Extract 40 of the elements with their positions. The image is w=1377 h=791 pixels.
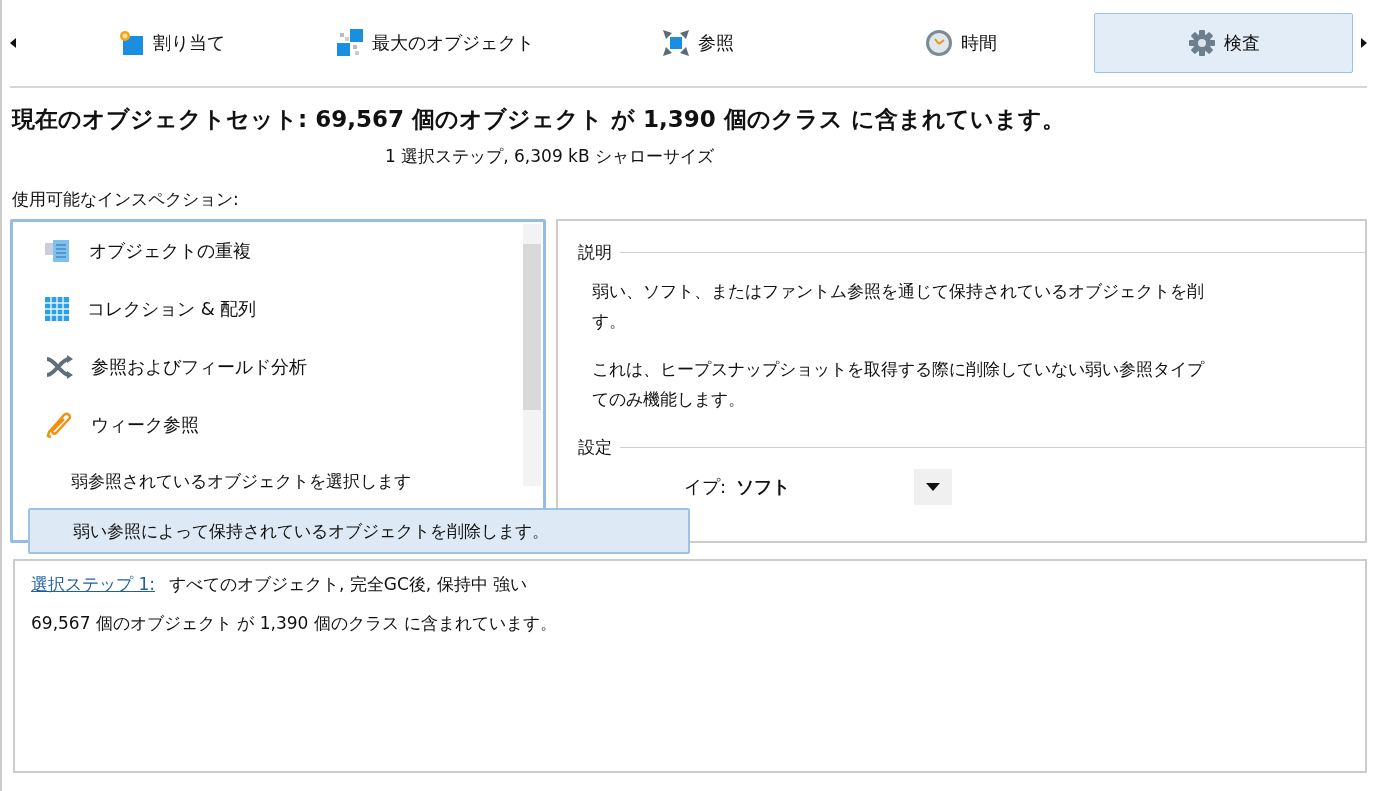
section-label: 使用可能なインスペクション: <box>12 188 240 211</box>
gear-icon <box>1187 29 1216 57</box>
scrollbar-thumb[interactable] <box>523 244 541 410</box>
description-text: これは、ヒープスナップショットを取得する際に削除していない弱い参照タイプ <box>592 358 1206 381</box>
inspection-item[interactable]: コレクション & 配列 <box>13 280 543 338</box>
inspection-item[interactable]: 弱い参照によって保持されているオブジェクトを削除します。 <box>28 508 690 554</box>
heading: 現在のオブジェクトセット: 69,567 個のオブジェクト が 1,390 個のクラス に含まれています。 <box>12 105 1066 134</box>
section-title: 説明 <box>578 241 612 264</box>
section-title: 設定 <box>578 436 612 459</box>
crossed-arrows-icon <box>45 355 73 379</box>
dropdown-button[interactable] <box>914 469 953 505</box>
tab[interactable]: 割り当て <box>42 13 301 73</box>
scroll-left-icon[interactable] <box>10 38 16 48</box>
scrollbar[interactable] <box>523 224 541 486</box>
selection-summary: 69,567 個のオブジェクト が 1,390 個のクラス に含まれています。 <box>31 612 559 635</box>
inspection-item[interactable]: ウィーク参照 <box>13 396 543 454</box>
tab[interactable]: 参照 <box>568 13 827 73</box>
description-text: 弱い、ソフト、またはファントム参照を通じて保持されているオブジェクトを削 <box>592 280 1205 303</box>
setting-value[interactable]: ソフト <box>736 475 915 499</box>
tab[interactable]: 時間 <box>831 13 1090 73</box>
setting-label: イプ: <box>684 475 727 499</box>
tab[interactable]: 検査 <box>1094 13 1353 73</box>
table-icon <box>45 297 69 321</box>
tab[interactable]: 最大のオブジェクト <box>305 13 564 73</box>
description-text: す。 <box>592 310 627 333</box>
selection-step-link[interactable]: 選択ステップ 1: <box>31 573 155 596</box>
arrows-icon <box>661 29 690 57</box>
subheading: 1 選択ステップ, 6,309 kB シャローサイズ <box>385 145 715 168</box>
selection-description: すべてのオブジェクト, 完全GC後, 保持中 強い <box>168 573 527 596</box>
inspection-item[interactable]: 参照およびフィールド分析 <box>13 338 543 396</box>
description-text: てのみ機能します。 <box>592 388 746 411</box>
document-icon <box>45 240 71 262</box>
square-with-dot-icon <box>118 30 145 56</box>
caret-icon <box>926 483 941 491</box>
inspection-item[interactable]: オブジェクトの重複 <box>13 222 543 280</box>
scroll-right-icon[interactable] <box>1361 38 1367 48</box>
paperclip-icon <box>45 411 73 439</box>
squares-icon <box>335 29 364 57</box>
clock-icon <box>924 29 953 57</box>
inspection-item[interactable]: 弱参照されているオブジェクトを選択します <box>13 454 543 508</box>
